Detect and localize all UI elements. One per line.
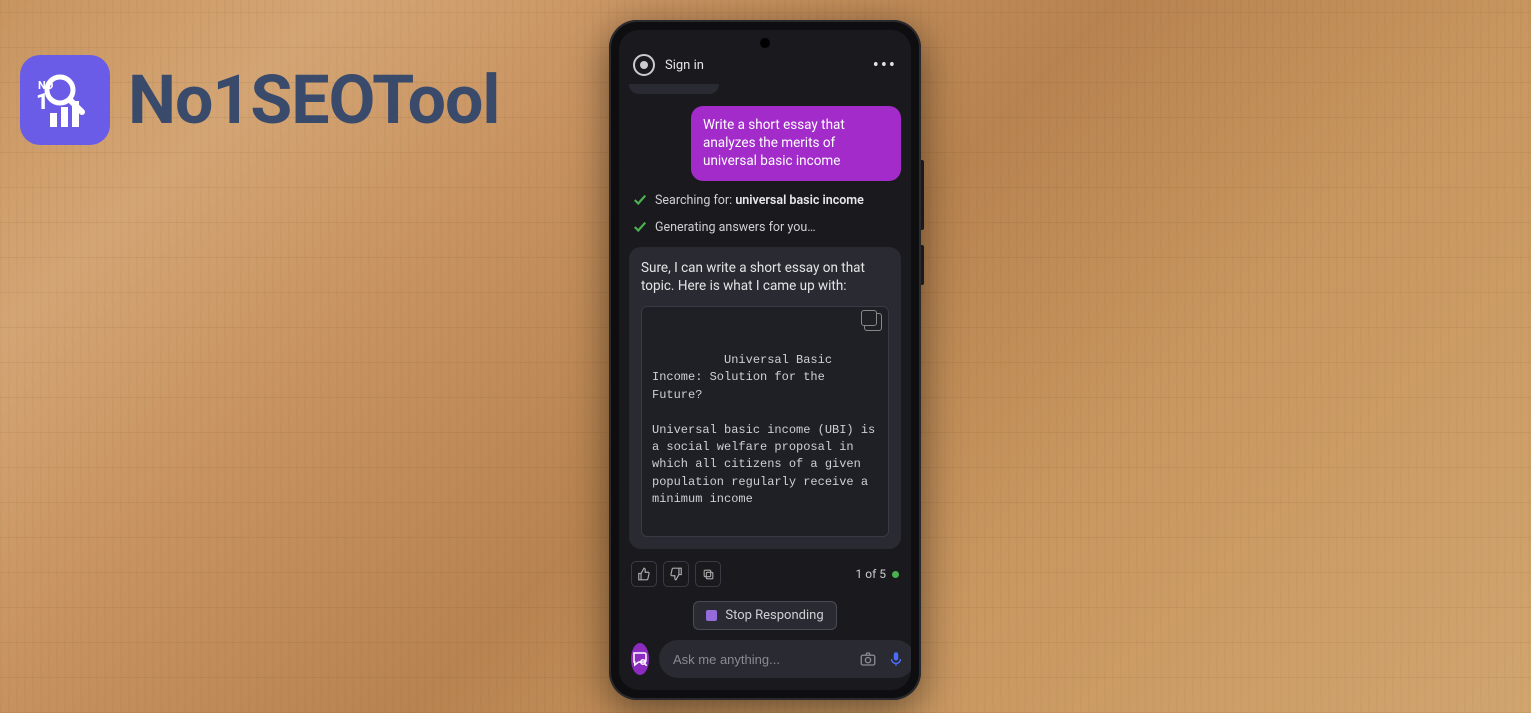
feedback-row: 1 of 5 bbox=[629, 561, 901, 587]
home-fab-button[interactable] bbox=[631, 643, 649, 675]
previous-message-peek bbox=[629, 84, 719, 94]
stop-responding-button[interactable]: Stop Responding bbox=[693, 601, 836, 630]
camera-icon[interactable] bbox=[859, 650, 877, 668]
brand-name: No1SEOTool bbox=[128, 60, 499, 140]
phone-camera-hole bbox=[760, 38, 770, 48]
ai-message-bubble: Sure, I can write a short essay on that … bbox=[629, 247, 901, 549]
sign-in-link[interactable]: Sign in bbox=[665, 58, 863, 73]
phone-volume-button bbox=[921, 160, 924, 230]
generating-text: Generating answers for you… bbox=[655, 220, 816, 235]
ai-intro-text: Sure, I can write a short essay on that … bbox=[641, 259, 889, 297]
user-message-bubble: Write a short essay that analyzes the me… bbox=[691, 106, 901, 181]
message-input[interactable] bbox=[673, 652, 849, 667]
phone-screen: Sign in ••• Write a short essay that ana… bbox=[619, 30, 911, 690]
check-icon bbox=[633, 193, 647, 207]
essay-text: Universal Basic Income: Solution for the… bbox=[652, 353, 882, 506]
chat-home-icon bbox=[631, 650, 649, 668]
message-input-pill bbox=[659, 640, 911, 678]
profile-icon[interactable] bbox=[633, 54, 655, 76]
input-row bbox=[619, 630, 911, 690]
copy-response-button[interactable] bbox=[695, 561, 721, 587]
svg-text:1: 1 bbox=[36, 90, 49, 115]
searching-prefix: Searching for: bbox=[655, 193, 735, 208]
brand-watermark: NO 1 No1SEOTool bbox=[20, 55, 499, 145]
essay-code-block: Universal Basic Income: Solution for the… bbox=[641, 306, 889, 537]
searching-query: universal basic income bbox=[735, 193, 864, 208]
thumbs-down-button[interactable] bbox=[663, 561, 689, 587]
counter-text: 1 of 5 bbox=[856, 567, 886, 581]
response-counter: 1 of 5 bbox=[856, 567, 899, 581]
thumbs-up-button[interactable] bbox=[631, 561, 657, 587]
phone-frame: Sign in ••• Write a short essay that ana… bbox=[609, 20, 921, 700]
status-dot-icon bbox=[892, 571, 899, 578]
searching-status: Searching for: universal basic income bbox=[629, 193, 901, 208]
chat-area: Write a short essay that analyzes the me… bbox=[619, 82, 911, 630]
more-menu-icon[interactable]: ••• bbox=[873, 55, 897, 76]
check-icon bbox=[633, 220, 647, 234]
generating-status: Generating answers for you… bbox=[629, 220, 901, 235]
copy-icon[interactable] bbox=[864, 313, 882, 331]
microphone-icon[interactable] bbox=[887, 650, 905, 668]
stop-label: Stop Responding bbox=[725, 608, 823, 623]
brand-logo-icon: NO 1 bbox=[20, 55, 110, 145]
phone-power-button bbox=[921, 245, 924, 285]
stop-icon bbox=[706, 610, 717, 621]
